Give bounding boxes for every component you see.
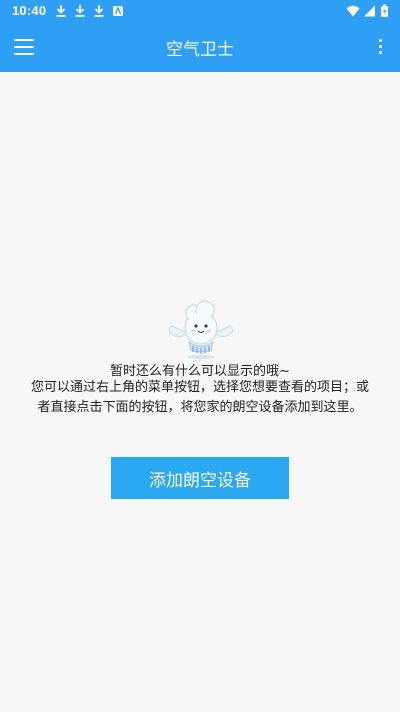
app-bar: 空气卫士 [0,22,400,72]
status-time: 10:40 [12,3,47,18]
battery-icon [381,4,388,17]
download-icon [75,5,85,17]
app-screen: 10:40 空气卫士 暂时还么有什么可以显示的哦~ 您可以通过右上角的菜单按钮，… [0,0,400,712]
empty-state-message: 您可以通过右上角的菜单按钮，选择您想要查看的项目；或者直接点击下面的按钮，将您家… [30,380,369,415]
main-content: 暂时还么有什么可以显示的哦~ 您可以通过右上角的菜单按钮，选择您想要查看的项目；… [0,72,400,712]
empty-state-title: 暂时还么有什么可以显示的哦~ [110,364,290,379]
app-title: 空气卫士 [166,40,234,60]
add-device-button[interactable]: 添加朗空设备 [111,457,289,499]
app-notification-icon [113,6,123,16]
wifi-icon [346,5,360,17]
mascot-cloud-icon [168,300,234,359]
status-bar: 10:40 [0,0,400,22]
download-icon [94,5,104,17]
more-vert-icon[interactable] [370,35,390,59]
download-icon [56,5,66,17]
cellular-signal-icon [364,5,375,17]
